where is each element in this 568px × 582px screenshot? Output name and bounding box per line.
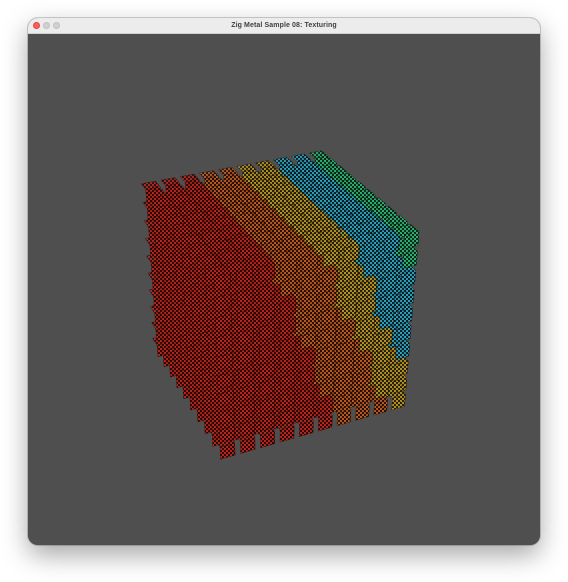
- cube-grid-render: [140, 150, 420, 460]
- window-title: Zig Metal Sample 08: Texturing: [231, 22, 337, 29]
- metal-render-view[interactable]: [28, 34, 540, 545]
- cube-grid: [140, 150, 420, 460]
- title-bar[interactable]: Zig Metal Sample 08: Texturing: [28, 18, 540, 34]
- app-window: Zig Metal Sample 08: Texturing: [28, 18, 540, 545]
